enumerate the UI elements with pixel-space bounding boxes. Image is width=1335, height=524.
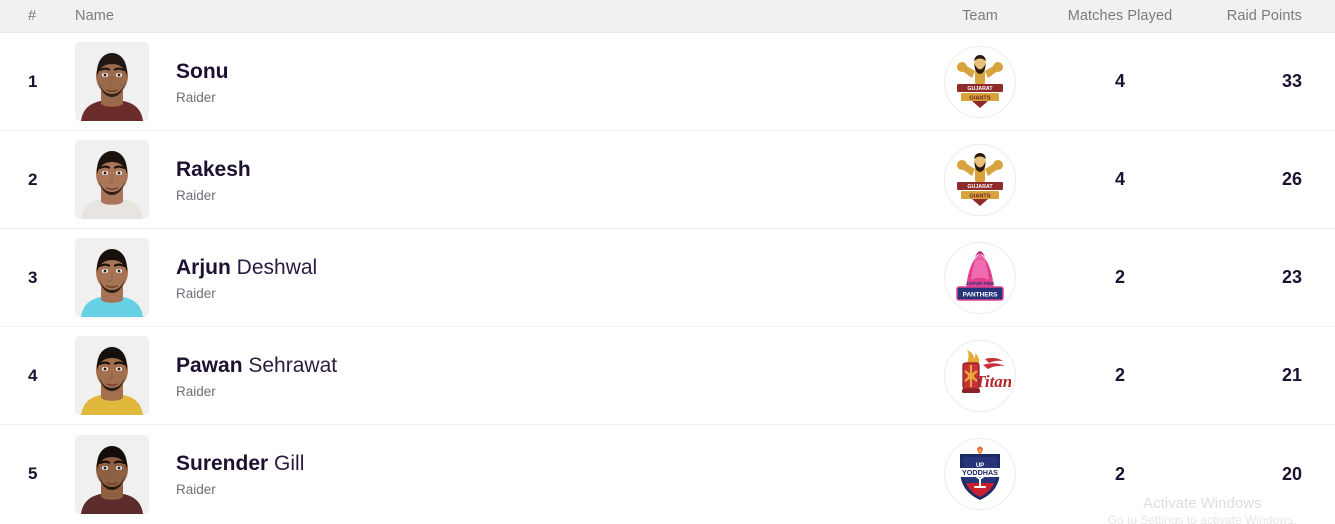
column-header-rank: # — [28, 8, 37, 24]
player-full-name: Arjun Deshwal — [176, 255, 317, 280]
player-name-cell[interactable]: Pawan Sehrawat Raider — [68, 336, 920, 415]
player-team-cell[interactable]: UP YODDHAS — [920, 438, 1040, 510]
svg-text:YODDHAS: YODDHAS — [962, 468, 998, 477]
player-full-name: Sonu — [176, 59, 229, 84]
up-yoddhas-logo: UP YODDHAS — [944, 438, 1016, 510]
svg-text:PANTHERS: PANTHERS — [963, 291, 998, 298]
player-last-name: Gill — [274, 452, 305, 475]
player-avatar — [75, 336, 149, 415]
column-header-name: Name — [75, 8, 115, 24]
svg-text:GIANTS: GIANTS — [969, 193, 990, 199]
player-full-name: Pawan Sehrawat — [176, 353, 337, 378]
player-first-name: Surender — [176, 452, 269, 475]
table-header-row: # Name Team Matches Played Raid Points — [0, 0, 1335, 33]
column-header-team: Team — [962, 8, 998, 24]
player-first-name: Sonu — [176, 59, 229, 83]
player-team-cell[interactable]: GUJARAT GIANTS — [920, 143, 1040, 216]
player-rank: 5 — [28, 464, 38, 483]
player-role: Raider — [176, 89, 216, 105]
player-name-text: Sonu Raider — [149, 59, 229, 105]
player-rank: 4 — [28, 365, 38, 385]
player-raid-points: 23 — [1281, 267, 1302, 287]
player-role: Raider — [176, 187, 216, 203]
gujarat-giants-logo: GUJARAT GIANTS — [944, 45, 1016, 118]
svg-text:GUJARAT: GUJARAT — [967, 184, 993, 190]
gujarat-giants-logo: GUJARAT GIANTS — [944, 143, 1016, 216]
player-full-name: Rakesh — [176, 157, 251, 182]
player-name-text: Arjun Deshwal Raider — [149, 255, 317, 301]
player-name-text: Rakesh Raider — [149, 157, 251, 203]
jaipur-pink-panthers-logo: PANTHERS JAIPUR PINK — [944, 241, 1016, 314]
player-role: Raider — [176, 383, 216, 399]
player-raid-points: 21 — [1281, 365, 1302, 385]
svg-text:GUJARAT: GUJARAT — [967, 86, 993, 92]
svg-text:GIANTS: GIANTS — [969, 95, 990, 101]
table-body: 1 Sonu Raider GUJARAT GIANTS 4 33 2 Rake… — [0, 33, 1335, 523]
table-row[interactable]: 2 Rakesh Raider GUJARAT GIANTS 4 26 — [0, 131, 1335, 229]
player-matches-played: 2 — [1114, 365, 1125, 385]
player-raid-points: 26 — [1281, 169, 1302, 189]
player-role: Raider — [176, 285, 216, 301]
player-team-cell[interactable]: PANTHERS JAIPUR PINK — [920, 241, 1040, 314]
column-header-raid-points: Raid Points — [1226, 8, 1302, 24]
player-name-cell[interactable]: Surender Gill Raider — [68, 434, 920, 514]
table-row[interactable]: 3 Arjun Deshwal Raider PANTHERS JAIPUR P… — [0, 229, 1335, 327]
player-name-text: Pawan Sehrawat Raider — [149, 353, 337, 399]
player-team-cell[interactable]: GUJARAT GIANTS — [920, 45, 1040, 118]
player-rank: 3 — [28, 267, 38, 287]
player-first-name: Pawan — [176, 353, 243, 377]
player-matches-played: 2 — [1114, 463, 1125, 484]
player-raid-points: 20 — [1281, 463, 1302, 484]
player-last-name: Deshwal — [236, 255, 318, 279]
player-name-cell[interactable]: Sonu Raider — [68, 42, 920, 121]
player-avatar — [75, 238, 149, 317]
player-raid-points: 33 — [1281, 71, 1302, 91]
player-last-name: Sehrawat — [248, 353, 338, 377]
player-role: Raider — [176, 482, 216, 497]
player-name-text: Surender Gill Raider — [149, 451, 304, 497]
player-matches-played: 4 — [1114, 169, 1125, 189]
player-avatar — [75, 42, 149, 121]
player-avatar — [75, 434, 149, 514]
table-row[interactable]: 1 Sonu Raider GUJARAT GIANTS 4 33 — [0, 33, 1335, 131]
table-row[interactable]: 4 Pawan Sehrawat Raider Tita 2 21 — [0, 327, 1335, 425]
player-team-cell[interactable]: Titans — [920, 339, 1040, 412]
player-name-cell[interactable]: Rakesh Raider — [68, 140, 920, 219]
player-matches-played: 2 — [1114, 267, 1125, 287]
player-matches-played: 4 — [1114, 71, 1125, 91]
player-rank: 2 — [28, 169, 38, 189]
player-full-name: Surender Gill — [176, 451, 304, 476]
column-header-matches-played: Matches Played — [1067, 8, 1173, 24]
raid-points-leaderboard: # Name Team Matches Played Raid Points 1… — [0, 0, 1335, 524]
player-first-name: Arjun — [176, 255, 231, 279]
table-row[interactable]: 5 Surender Gill Raider UP YODDHAS 2 20 — [0, 425, 1335, 523]
player-avatar — [75, 140, 149, 219]
player-name-cell[interactable]: Arjun Deshwal Raider — [68, 238, 920, 317]
telugu-titans-logo: Titans — [944, 339, 1016, 412]
svg-text:JAIPUR PINK: JAIPUR PINK — [965, 281, 995, 286]
player-first-name: Rakesh — [176, 157, 251, 181]
player-rank: 1 — [28, 71, 38, 91]
svg-text:Titans: Titans — [975, 372, 1011, 391]
